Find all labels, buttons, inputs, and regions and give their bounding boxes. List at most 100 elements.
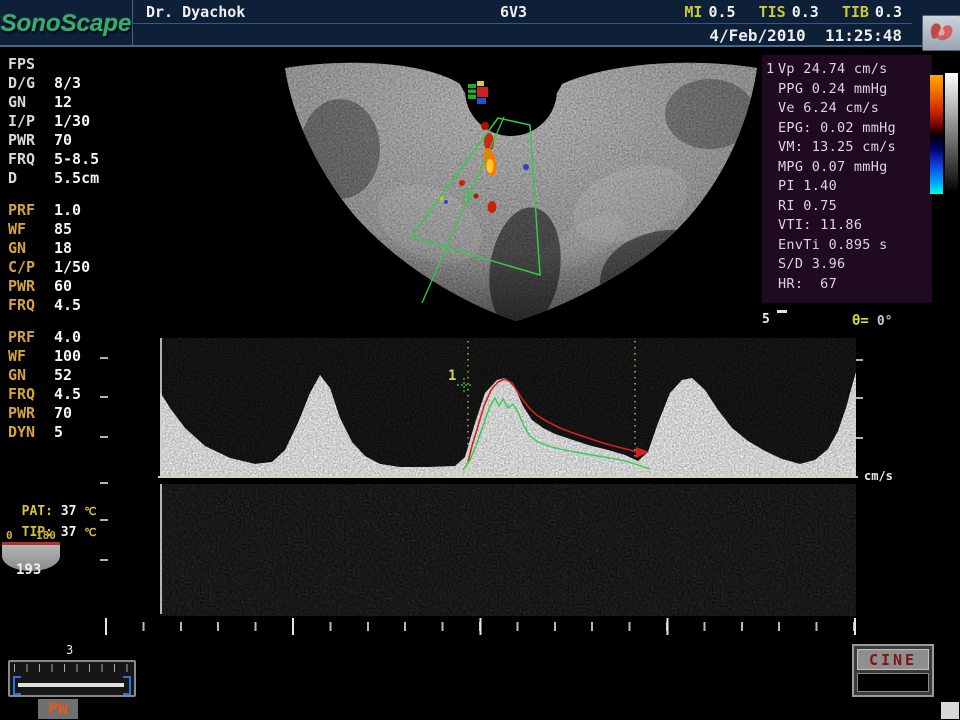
velocity-scale-tick [100, 357, 108, 359]
pw-mode-params: PRF4.0 WF100 GN52 FRQ4.5 PWR70 DYN5 [8, 328, 158, 442]
param-label: FRQ [8, 385, 54, 404]
result-row: S/D 3.96 [762, 255, 932, 275]
velocity-scale-tick [100, 519, 108, 521]
param-row: C/P1/50 [8, 258, 158, 277]
lower-trace-strip [160, 484, 856, 616]
param-row: FPS [8, 55, 158, 74]
param-row: FRQ4.5 [8, 296, 158, 315]
param-row: GN52 [8, 366, 158, 385]
datetime: 4/Feb/2010 11:25:48 [709, 26, 902, 45]
depth-marker: 5 [762, 312, 770, 327]
result-row: PI 1.40 [762, 177, 932, 197]
result-row: RI 0.75 [762, 197, 932, 217]
color-mode-params: PRF1.0 WF85 GN18 C/P1/50 PWR60 FRQ4.5 [8, 201, 158, 315]
spectral-doppler-display: 1 [160, 338, 856, 478]
param-label: PWR [8, 277, 54, 296]
gauge-max-label: 180 [36, 529, 56, 542]
param-value: 52 [54, 366, 72, 384]
measurement-results-panel: 1 Vp 24.74 cm/s PPG 0.24 mmHg Ve 6.24 cm… [762, 55, 932, 303]
param-value: 1/30 [54, 112, 90, 130]
param-row: PWR70 [8, 404, 158, 423]
theta-label: θ= [852, 313, 869, 329]
brand-logo-box: SonoScape [0, 0, 133, 47]
tis-label: TIS [759, 3, 786, 21]
cine-scrollbar[interactable] [8, 660, 136, 697]
sweep-start-line [160, 484, 162, 614]
cine-range-bracket-left[interactable] [13, 676, 21, 695]
param-label: PWR [8, 404, 54, 423]
sweep-start-line [160, 338, 162, 478]
param-label: GN [8, 239, 54, 258]
bodymark-button[interactable] [922, 15, 960, 51]
param-label: C/P [8, 258, 54, 277]
velocity-scale-tick [100, 482, 108, 484]
param-row: D5.5cm [8, 169, 158, 188]
cine-range-bracket-right[interactable] [123, 676, 131, 695]
param-label: I/P [8, 112, 54, 131]
cine-button-lower-panel [857, 673, 929, 692]
doctor-name: Dr. Dyachok [146, 3, 245, 21]
corner-marker [941, 702, 959, 719]
header-row-1: Dr. Dyachok 6V3 MI0.5 TIS0.3 TIB0.3 [132, 0, 912, 24]
probe-model: 6V3 [500, 3, 527, 21]
param-value: 4.0 [54, 328, 81, 346]
param-row: DYN5 [8, 423, 158, 442]
cine-button-label[interactable]: CINE [857, 649, 929, 670]
tip-value: 37 [61, 525, 77, 540]
param-label: D/G [8, 74, 54, 93]
mi-value: 0.5 [708, 3, 735, 21]
param-value: 4.5 [54, 296, 81, 314]
param-value: 5 [54, 423, 63, 441]
param-label: D [8, 169, 54, 188]
tis-value: 0.3 [792, 3, 819, 21]
tib-value: 0.3 [875, 3, 902, 21]
result-row: VTI: 11.86 [762, 216, 932, 236]
param-label: FRQ [8, 150, 54, 169]
tip-unit: ℃ [84, 526, 96, 539]
result-row: EnvTi 0.895 s [762, 236, 932, 256]
param-value: 8/3 [54, 74, 81, 92]
tib-label: TIB [842, 3, 869, 21]
param-value: 18 [54, 239, 72, 257]
frame-counter: 193 [16, 562, 41, 578]
cine-ruler-ticks [14, 664, 128, 672]
param-label: PRF [8, 201, 54, 220]
top-status-bar: SonoScape Dr. Dyachok 6V3 MI0.5 TIS0.3 T… [0, 0, 960, 47]
cine-bar-label: 3 [66, 643, 73, 657]
active-mode-badge: PW [38, 699, 78, 719]
angle-readout: θ= 0° [852, 313, 893, 329]
ultrasound-screen: { "colors": { "topbar_bg": "#0d2038", "a… [0, 0, 960, 720]
cine-button[interactable]: CINE [852, 644, 934, 697]
theta-value: 0° [877, 314, 893, 329]
param-row: D/G8/3 [8, 74, 158, 93]
param-value: 85 [54, 220, 72, 238]
param-value: 70 [54, 404, 72, 422]
velocity-scale-tick [855, 397, 863, 399]
header-row-2: 4/Feb/2010 11:25:48 [132, 24, 912, 47]
result-row: PPG 0.24 mmHg [762, 80, 932, 100]
b-mode-fan-image [280, 54, 762, 326]
velocity-scale-tick [100, 396, 108, 398]
result-row: Vp 24.74 cm/s [762, 60, 932, 80]
param-label: GN [8, 93, 54, 112]
pelvic-bodymark-icon [927, 20, 957, 46]
trace-marker-number: 1 [448, 368, 456, 384]
param-label: GN [8, 366, 54, 385]
time-ruler-major-ticks [105, 618, 859, 635]
measurement-index: 1 [766, 61, 774, 77]
param-row: FRQ4.5 [8, 385, 158, 404]
b-mode-params: FPS D/G8/3 GN12 I/P1/30 PWR70 FRQ5-8.5 D… [8, 55, 158, 188]
param-row: GN12 [8, 93, 158, 112]
param-row: WF85 [8, 220, 158, 239]
velocity-unit-label: cm/s [864, 469, 893, 483]
param-label: WF [8, 347, 54, 366]
param-label: FRQ [8, 296, 54, 315]
param-label: PRF [8, 328, 54, 347]
param-label: WF [8, 220, 54, 239]
param-label: DYN [8, 423, 54, 442]
cine-position-track[interactable] [18, 683, 124, 687]
param-row: I/P1/30 [8, 112, 158, 131]
param-label: FPS [8, 55, 54, 74]
velocity-scale-tick [100, 559, 108, 561]
param-value: 60 [54, 277, 72, 295]
